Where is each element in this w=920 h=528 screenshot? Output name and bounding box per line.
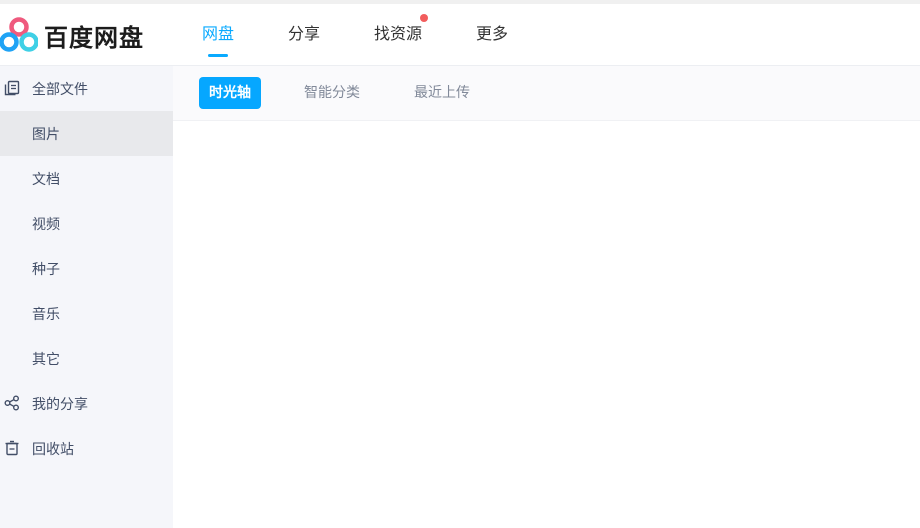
sidebar-item-my-shares[interactable]: 我的分享	[0, 381, 173, 426]
nav-item-label-wrap: 找资源	[374, 14, 429, 43]
sidebar-item-label: 视频	[32, 216, 60, 233]
tab-label: 时光轴	[209, 85, 251, 101]
nav-item-share[interactable]: 分享	[288, 4, 374, 66]
app-logo[interactable]: 百度网盘	[0, 17, 144, 53]
sidebar-item-label: 种子	[32, 261, 60, 278]
sidebar-item-label: 图片	[32, 126, 60, 143]
sidebar-item-label: 其它	[32, 351, 60, 368]
sidebar-item-label: 音乐	[32, 306, 60, 323]
active-nav-underline	[208, 54, 228, 57]
new-badge-dot	[420, 14, 429, 22]
top-nav: 网盘 分享 找资源 更多	[202, 4, 536, 66]
content-area	[173, 121, 920, 528]
baidu-netdisk-logo-icon	[0, 17, 38, 52]
tab-timeline[interactable]: 时光轴	[199, 77, 261, 109]
top-header: 百度网盘 网盘 分享 找资源 更多	[0, 4, 920, 66]
main-content: 时光轴 智能分类 最近上传	[173, 66, 920, 528]
nav-item-netdisk[interactable]: 网盘	[202, 4, 288, 66]
tab-label: 智能分类	[304, 85, 360, 101]
sidebar-item-images[interactable]: 图片	[0, 111, 173, 156]
sidebar: 全部文件 图片 文档 视频 种子 音乐 其它 我的分享 回收站	[0, 66, 173, 528]
share-icon	[4, 395, 19, 411]
nav-item-label: 网盘	[202, 24, 235, 43]
tab-label: 最近上传	[414, 85, 470, 101]
files-icon	[4, 80, 20, 96]
sidebar-item-videos[interactable]: 视频	[0, 201, 173, 246]
nav-item-label: 更多	[476, 24, 509, 43]
sidebar-item-recycle-bin[interactable]: 回收站	[0, 426, 173, 471]
sidebar-item-label: 我的分享	[32, 396, 88, 413]
tab-smart-categories[interactable]: 智能分类	[304, 77, 360, 109]
app-name: 百度网盘	[44, 23, 144, 52]
sidebar-item-torrents[interactable]: 种子	[0, 246, 173, 291]
nav-item-find-resources[interactable]: 找资源	[374, 4, 476, 66]
nav-item-label: 分享	[288, 24, 321, 43]
nav-item-label: 找资源	[374, 24, 423, 43]
sidebar-item-label: 回收站	[32, 441, 74, 458]
trash-icon	[5, 440, 19, 456]
sidebar-item-music[interactable]: 音乐	[0, 291, 173, 336]
image-view-tabs: 时光轴 智能分类 最近上传	[173, 66, 920, 121]
sidebar-item-documents[interactable]: 文档	[0, 156, 173, 201]
sidebar-item-other[interactable]: 其它	[0, 336, 173, 381]
nav-item-more[interactable]: 更多	[476, 4, 536, 66]
sidebar-item-all-files[interactable]: 全部文件	[0, 66, 173, 111]
sidebar-item-label: 文档	[32, 171, 60, 188]
tab-recent-uploads[interactable]: 最近上传	[414, 77, 470, 109]
sidebar-item-label: 全部文件	[32, 81, 88, 98]
